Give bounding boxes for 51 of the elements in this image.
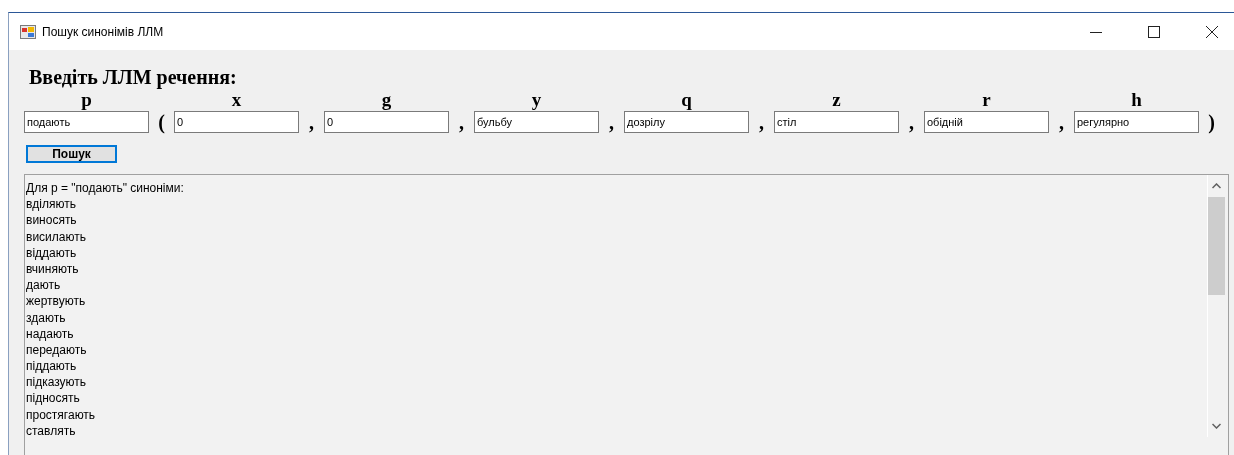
punctuation: , — [458, 111, 465, 133]
input-field[interactable]: 0 — [174, 111, 299, 133]
punctuation: , — [908, 111, 915, 133]
input-field[interactable]: 0 — [324, 111, 449, 133]
scroll-thumb[interactable] — [1208, 197, 1225, 295]
parameter-label: y — [531, 89, 542, 111]
scrollbar[interactable] — [1207, 175, 1225, 437]
result-line: підносять — [26, 390, 81, 407]
punctuation: ( — [157, 111, 166, 133]
input-field[interactable]: дозрілу — [624, 111, 749, 133]
result-line: виносять — [26, 212, 78, 229]
scroll-down-icon[interactable] — [1212, 423, 1221, 429]
result-line: ставлять — [26, 422, 77, 439]
parameter-label: x — [231, 89, 242, 111]
punctuation: ) — [1207, 111, 1216, 133]
result-line: висилають — [26, 228, 87, 245]
parameter-label: p — [81, 89, 92, 111]
parameter-label: r — [982, 89, 991, 111]
scroll-up-icon[interactable] — [1212, 183, 1221, 189]
close-icon[interactable] — [1206, 25, 1218, 38]
search-button[interactable]: Пошук — [26, 145, 117, 163]
parameter-label: z — [832, 89, 841, 111]
punctuation: , — [308, 111, 315, 133]
result-line: підказують — [26, 374, 88, 391]
app-icon — [20, 24, 36, 39]
input-field[interactable]: бульбу — [474, 111, 599, 133]
window-title: Пошук синонімів ЛЛМ — [42, 24, 164, 39]
result-line: Для p = "подають" синоніми: — [26, 180, 185, 197]
result-line: вчиняють — [26, 260, 80, 278]
punctuation: , — [758, 111, 765, 133]
heading: Введіть ЛЛМ речення: — [29, 66, 238, 89]
result-line: здають — [26, 309, 67, 326]
input-field[interactable]: стіл — [774, 111, 899, 133]
maximize-icon[interactable] — [1148, 25, 1160, 38]
results-textbox[interactable]: Для p = "подають" синоніми: вділяють виносять висилають віддають вчиняють дають жертвують здають надають передають піддають підказують підносять простягають ставлять — [24, 174, 1229, 455]
parameter-label: g — [381, 89, 392, 111]
punctuation: , — [608, 111, 615, 133]
result-line: віддають — [26, 244, 78, 261]
input-field[interactable]: обідній — [924, 111, 1049, 133]
result-line: надають — [26, 325, 75, 342]
punctuation: , — [1058, 111, 1065, 133]
result-line: передають — [26, 341, 88, 359]
input-field[interactable]: подають — [24, 111, 149, 133]
result-line: піддають — [26, 358, 78, 375]
result-line: дають — [26, 277, 62, 294]
result-line: вділяють — [26, 196, 77, 213]
parameter-label: q — [681, 89, 692, 111]
result-line: жертвують — [26, 293, 87, 310]
input-field[interactable]: регулярно — [1074, 111, 1199, 133]
result-line: простягають — [26, 406, 97, 423]
parameter-label: h — [1131, 89, 1142, 111]
